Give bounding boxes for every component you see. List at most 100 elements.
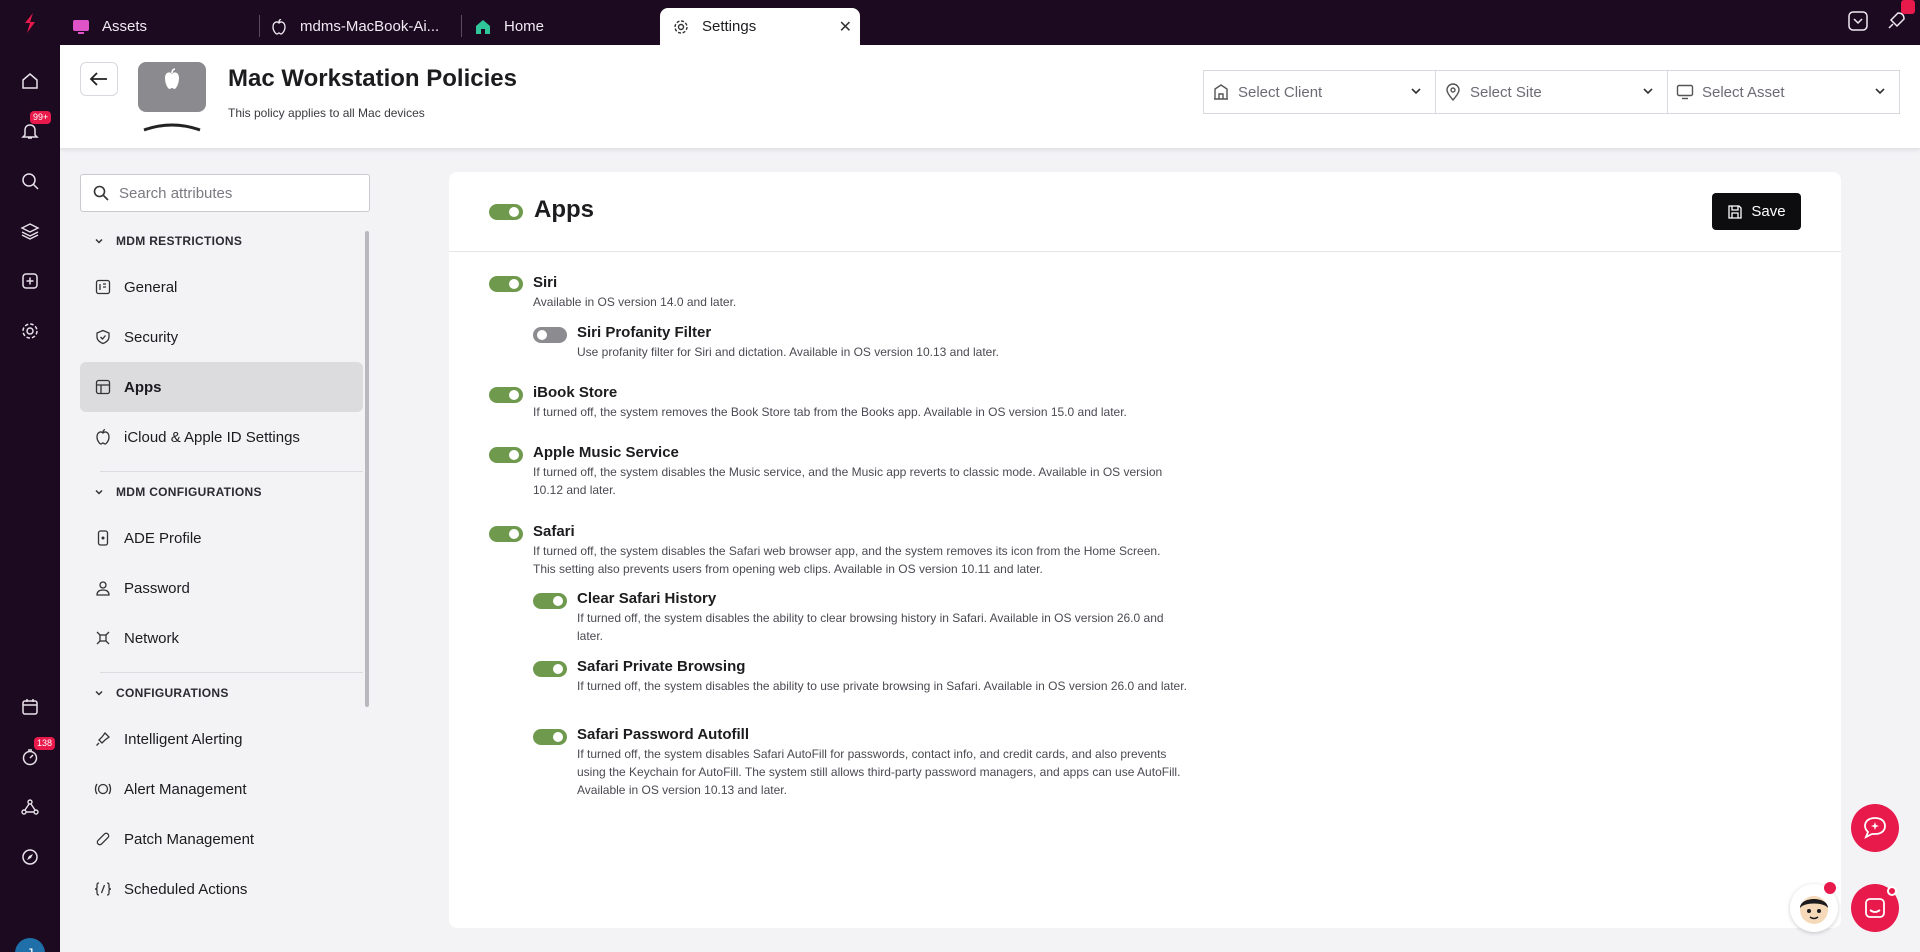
apple-icon bbox=[270, 18, 288, 36]
apple-music-service-toggle[interactable] bbox=[489, 447, 523, 463]
chevron-down-icon bbox=[95, 238, 103, 244]
user-lock-icon bbox=[94, 579, 112, 597]
settings-nav-icon[interactable] bbox=[18, 319, 42, 343]
setting-description: If turned off, the system disables the M… bbox=[533, 465, 1163, 497]
section-title: Apps bbox=[534, 196, 594, 223]
siri-profanity-filter-toggle[interactable] bbox=[533, 327, 567, 343]
search-nav-icon[interactable] bbox=[18, 169, 42, 193]
monitor-icon bbox=[72, 18, 90, 36]
sidebar-item-intelligent-alerting[interactable]: Intelligent Alerting bbox=[80, 714, 363, 764]
chat-icon bbox=[1865, 898, 1885, 918]
gear-icon bbox=[672, 18, 690, 36]
page-header: Mac Workstation Policies This policy app… bbox=[60, 45, 1920, 149]
network-nodes-icon[interactable] bbox=[18, 795, 42, 819]
calendar-icon[interactable] bbox=[18, 695, 42, 719]
floppy-disk-icon bbox=[1727, 204, 1743, 220]
messenger-notification-dot bbox=[1887, 886, 1897, 896]
timer-badge: 138 bbox=[34, 737, 56, 750]
sidebar-item-patch-management[interactable]: Patch Management bbox=[80, 814, 363, 864]
siri-toggle[interactable] bbox=[489, 276, 523, 292]
avatar[interactable]: J bbox=[15, 938, 45, 952]
apps-master-toggle[interactable] bbox=[489, 204, 523, 220]
sidebar-item-general[interactable]: General bbox=[80, 262, 363, 312]
chevron-down-icon bbox=[95, 489, 103, 495]
mascot-face-icon bbox=[1800, 896, 1828, 924]
tab-device[interactable]: mdms-MacBook-Ai... bbox=[270, 8, 462, 45]
network-icon bbox=[94, 629, 112, 647]
section-mdm-restrictions[interactable]: MDM RESTRICTIONS bbox=[94, 234, 242, 248]
clear-safari-history-toggle[interactable] bbox=[533, 593, 567, 609]
sidebar-item-ade-profile[interactable]: ADE Profile bbox=[80, 513, 363, 563]
safari-toggle[interactable] bbox=[489, 526, 523, 542]
top-tab-bar: Assets mdms-MacBook-Ai... Home Settings … bbox=[0, 0, 1920, 45]
page-title: Mac Workstation Policies bbox=[228, 65, 517, 92]
app-logo-icon[interactable] bbox=[18, 11, 42, 35]
compass-icon[interactable] bbox=[18, 845, 42, 869]
close-tab-icon[interactable]: ✕ bbox=[839, 17, 852, 37]
apps-settings-card: Apps Save Siri Available in OS version 1… bbox=[449, 172, 1841, 928]
building-icon bbox=[1212, 83, 1230, 101]
pin-sparkle-icon bbox=[94, 730, 112, 748]
layers-icon[interactable] bbox=[18, 219, 42, 243]
tab-label: Assets bbox=[102, 18, 148, 35]
sidebar-item-scheduled-actions[interactable]: Scheduled Actions bbox=[80, 864, 363, 914]
chevron-down-icon bbox=[1875, 88, 1885, 95]
setting-title: Safari Password Autofill bbox=[577, 726, 749, 743]
rocket-badge bbox=[1901, 0, 1915, 14]
tab-settings[interactable]: Settings ✕ bbox=[660, 8, 860, 45]
bandage-icon bbox=[94, 830, 112, 848]
mascot-notification-dot bbox=[1824, 882, 1836, 894]
page-subtitle: This policy applies to all Mac devices bbox=[228, 106, 425, 120]
section-mdm-configurations[interactable]: MDM CONFIGURATIONS bbox=[94, 485, 262, 499]
setting-title: Clear Safari History bbox=[577, 590, 717, 607]
chat-sparkle-icon bbox=[1864, 817, 1886, 839]
sidebar-item-security[interactable]: Security bbox=[80, 312, 363, 362]
home-nav-icon[interactable] bbox=[18, 69, 42, 93]
home-icon bbox=[474, 18, 492, 36]
select-client-placeholder: Select Client bbox=[1238, 83, 1323, 101]
left-rail: 99+ 138 J bbox=[0, 45, 60, 952]
notifications-badge: 99+ bbox=[30, 111, 52, 124]
sidebar-item-alert-management[interactable]: Alert Management bbox=[80, 764, 363, 814]
tab-label: Settings bbox=[702, 18, 757, 35]
back-button[interactable] bbox=[80, 62, 118, 96]
setting-description: If turned off, the system disables the a… bbox=[577, 679, 1187, 693]
setting-description: If turned off, the system removes the Bo… bbox=[533, 405, 1127, 419]
setting-description: If turned off, the system disables the a… bbox=[577, 611, 1164, 643]
sidebar-item-apps[interactable]: Apps bbox=[80, 362, 363, 412]
safari-private-browsing-toggle[interactable] bbox=[533, 661, 567, 677]
apple-outline-icon bbox=[94, 428, 112, 446]
sidebar-item-network[interactable]: Network bbox=[80, 613, 363, 663]
add-box-icon[interactable] bbox=[18, 269, 42, 293]
arrow-left-icon bbox=[89, 72, 107, 86]
select-site-dropdown[interactable]: Select Site bbox=[1435, 70, 1668, 114]
safari-password-autofill-toggle[interactable] bbox=[533, 729, 567, 745]
mascot-helper-button[interactable] bbox=[1790, 882, 1838, 932]
sidebar-scrollbar[interactable] bbox=[365, 231, 369, 707]
search-input[interactable] bbox=[119, 184, 359, 202]
tab-assets[interactable]: Assets bbox=[72, 8, 260, 45]
ibook-store-toggle[interactable] bbox=[489, 387, 523, 403]
assistant-button[interactable] bbox=[1851, 804, 1899, 852]
sliders-box-icon bbox=[94, 278, 112, 296]
select-asset-placeholder: Select Asset bbox=[1702, 83, 1785, 101]
section-configurations[interactable]: CONFIGURATIONS bbox=[94, 686, 229, 700]
tab-home[interactable]: Home bbox=[474, 8, 654, 45]
setting-description: If turned off, the system disables the S… bbox=[533, 544, 1161, 576]
sidebar-item-password[interactable]: Password bbox=[80, 563, 363, 613]
sidebar-item-icloud[interactable]: iCloud & Apple ID Settings bbox=[80, 412, 363, 462]
search-icon bbox=[93, 185, 109, 201]
save-button[interactable]: Save bbox=[1712, 193, 1801, 230]
phone-icon bbox=[94, 529, 112, 547]
messenger-button[interactable] bbox=[1851, 884, 1899, 932]
setting-description: Available in OS version 14.0 and later. bbox=[533, 295, 737, 309]
select-client-dropdown[interactable]: Select Client bbox=[1203, 70, 1436, 114]
shield-icon bbox=[94, 328, 112, 346]
search-attributes[interactable] bbox=[80, 174, 370, 212]
mac-device-image bbox=[138, 62, 206, 132]
rocket-button[interactable] bbox=[1885, 0, 1915, 32]
chevron-down-box-icon[interactable] bbox=[1847, 10, 1869, 32]
tab-label: Home bbox=[504, 18, 545, 35]
setting-description: Use profanity filter for Siri and dictat… bbox=[577, 345, 1000, 359]
select-asset-dropdown[interactable]: Select Asset bbox=[1667, 70, 1900, 114]
